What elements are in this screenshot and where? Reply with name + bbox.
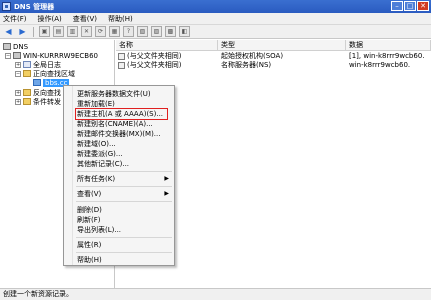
menu-item-update-data-file[interactable]: 更新服务器数据文件(U)	[64, 89, 174, 99]
table-row[interactable]: (与父文件夹相同) 起始授权机构(SOA) [1], win-k8rrr9wcb…	[116, 52, 431, 61]
menu-item-label: 所有任务(K)	[77, 175, 116, 183]
export-icon[interactable]: ▦	[109, 26, 120, 37]
close-button[interactable]: ✕	[417, 1, 429, 11]
window-title: DNS 管理器	[14, 2, 55, 11]
menu-item-new-host[interactable]: 新建主机(A 或 AAAA)(S)...	[64, 109, 174, 119]
menu-view[interactable]: 查看(V)	[73, 14, 97, 24]
tree-label: WIN-KURRRW9ECB60	[23, 51, 98, 60]
menu-action[interactable]: 操作(A)	[38, 14, 62, 24]
row-name: (与父文件夹相同)	[127, 61, 182, 69]
status-bar: 创建一个新资源记录。	[0, 288, 431, 300]
tree-label: DNS	[13, 42, 29, 51]
context-menu: 更新服务器数据文件(U) 重新加载(E) 新建主机(A 或 AAAA)(S)..…	[63, 85, 175, 266]
menu-item-label: 查看(V)	[77, 190, 102, 198]
folder-icon	[23, 98, 31, 105]
submenu-arrow-icon: ▶	[164, 175, 169, 182]
tree-label: 正向查找区域	[33, 69, 75, 78]
menu-item-help[interactable]: 帮助(H)	[64, 255, 174, 265]
record-icon	[118, 52, 125, 60]
row-data: [1], win-k8rrr9wcb60.	[349, 52, 425, 60]
collapse-icon[interactable]: −	[5, 52, 11, 59]
menu-item-other-new-records[interactable]: 其他新记录(C)...	[64, 159, 174, 169]
dns-app-icon	[2, 2, 11, 11]
menu-separator	[76, 237, 172, 238]
copy-icon[interactable]: ▥	[67, 26, 78, 37]
refresh-icon[interactable]: ⟳	[95, 26, 106, 37]
menu-item-new-alias[interactable]: 新建别名(CNAME)(A)...	[64, 119, 174, 129]
zone-icon	[33, 79, 41, 86]
tree-label: 条件转发	[33, 97, 61, 106]
tree-item-forward-zones[interactable]: − 正向查找区域	[15, 69, 75, 78]
menu-separator	[76, 201, 172, 202]
menu-file[interactable]: 文件(F)	[3, 14, 27, 24]
column-header-type[interactable]: 类型	[218, 40, 346, 51]
menu-item-new-domain[interactable]: 新建域(O)...	[64, 139, 174, 149]
row-name-cell: (与父文件夹相同)	[118, 52, 216, 61]
row-type: 名称服务器(NS)	[221, 61, 272, 69]
menu-item-new-mail-exchanger[interactable]: 新建邮件交换器(MX)(M)...	[64, 129, 174, 139]
minimize-button[interactable]: –	[391, 1, 403, 11]
toolbar-separator	[33, 26, 34, 37]
menu-bar: 文件(F) 操作(A) 查看(V) 帮助(H)	[0, 13, 431, 25]
tool-c-icon[interactable]: ◧	[179, 26, 190, 37]
folder-icon	[23, 70, 31, 77]
menu-separator	[76, 186, 172, 187]
menu-item-view[interactable]: 查看(V) ▶	[64, 189, 174, 199]
folder-icon	[23, 89, 31, 96]
properties-icon[interactable]: ▧	[137, 26, 148, 37]
submenu-arrow-icon: ▶	[164, 190, 169, 197]
row-data: win-k8rrr9wcb60.	[349, 61, 411, 69]
menu-item-export-list[interactable]: 导出列表(L)...	[64, 225, 174, 235]
tree-item-conditional-forwarders[interactable]: + 条件转发	[15, 97, 61, 106]
tree-item-dns[interactable]: DNS	[3, 42, 28, 51]
log-icon	[23, 61, 31, 68]
menu-separator	[76, 252, 172, 253]
menu-item-all-tasks[interactable]: 所有任务(K) ▶	[64, 174, 174, 184]
server-icon	[13, 52, 21, 59]
maximize-button[interactable]: □	[404, 1, 416, 11]
title-bar: DNS 管理器 – □ ✕	[0, 0, 431, 13]
tool-b-icon[interactable]: ▩	[165, 26, 176, 37]
back-icon[interactable]: ◀	[3, 26, 14, 37]
menu-help[interactable]: 帮助(H)	[108, 14, 133, 24]
forward-icon[interactable]: ▶	[17, 26, 28, 37]
expand-icon[interactable]: +	[15, 61, 21, 68]
table-row[interactable]: (与父文件夹相同) 名称服务器(NS) win-k8rrr9wcb60.	[116, 61, 431, 70]
column-header-data[interactable]: 数据	[346, 40, 431, 51]
menu-separator	[76, 171, 172, 172]
menu-item-properties[interactable]: 属性(R)	[64, 240, 174, 250]
collapse-icon[interactable]: −	[15, 70, 21, 77]
up-level-icon[interactable]: ▣	[39, 26, 50, 37]
menu-item-new-delegation[interactable]: 新建委派(G)...	[64, 149, 174, 159]
column-header-name[interactable]: 名称	[116, 40, 218, 51]
dns-icon	[3, 43, 11, 50]
tool-a-icon[interactable]: ▨	[151, 26, 162, 37]
show-tree-icon[interactable]: ▤	[53, 26, 64, 37]
row-type: 起始授权机构(SOA)	[221, 52, 284, 60]
row-name: (与父文件夹相同)	[127, 52, 182, 60]
help-icon[interactable]: ?	[123, 26, 134, 37]
record-icon	[118, 61, 125, 69]
toolbar: ◀ ▶ ▣ ▤ ▥ ✕ ⟳ ▦ ? ▧ ▨ ▩ ◧	[0, 25, 431, 39]
expand-icon[interactable]: +	[15, 89, 21, 96]
menu-item-refresh[interactable]: 刷新(F)	[64, 215, 174, 225]
delete-icon[interactable]: ✕	[81, 26, 92, 37]
expand-icon[interactable]: +	[15, 98, 21, 105]
menu-item-delete[interactable]: 删除(D)	[64, 205, 174, 215]
row-name-cell: (与父文件夹相同)	[118, 61, 216, 70]
